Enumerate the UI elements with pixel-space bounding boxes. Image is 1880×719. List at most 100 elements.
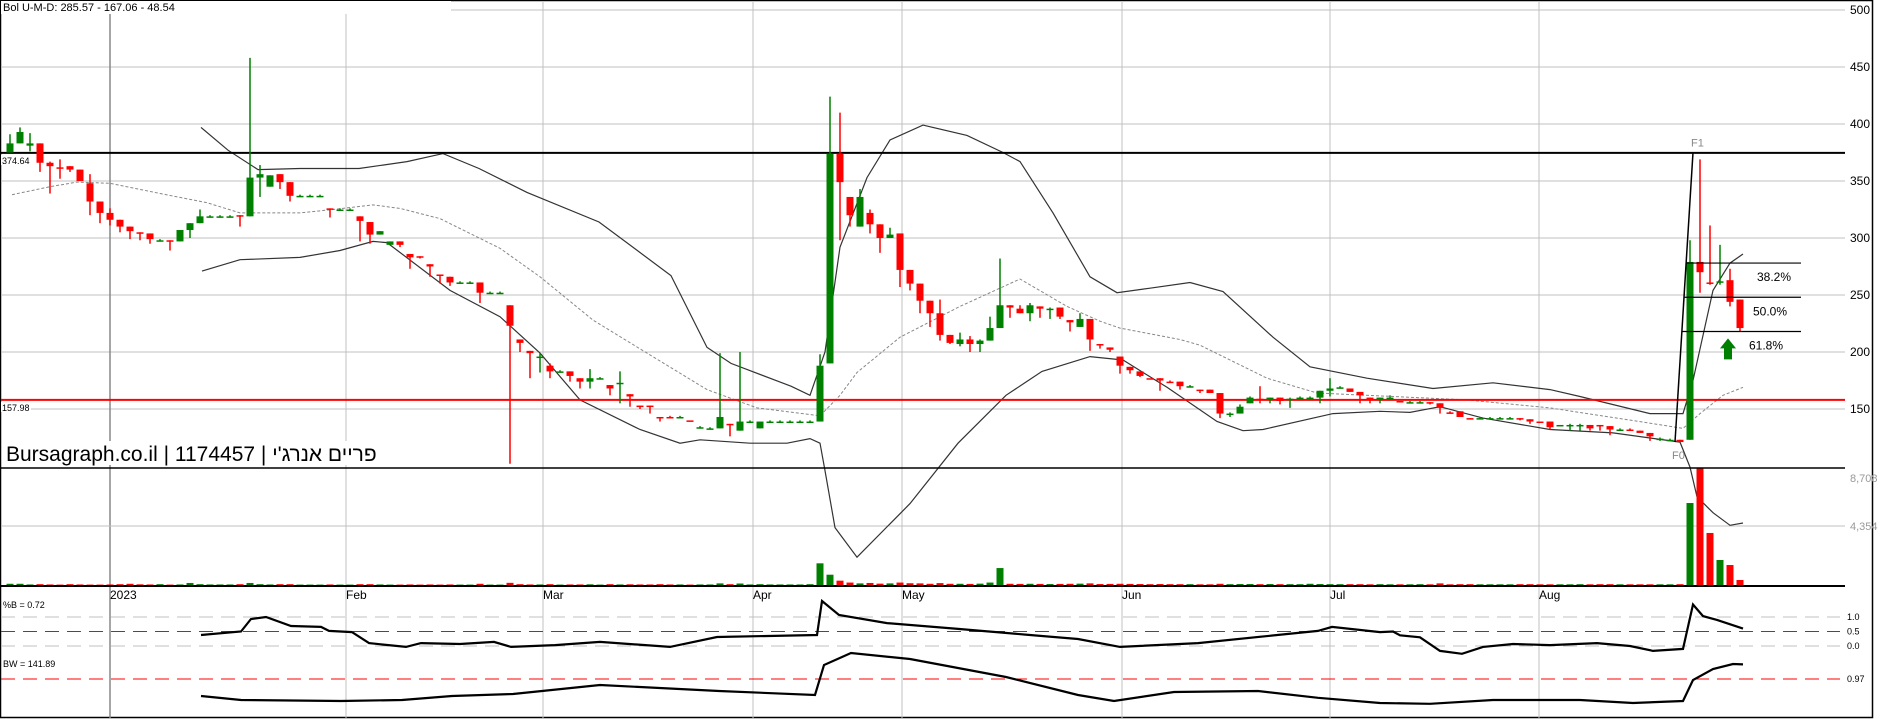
candle-body — [1286, 398, 1294, 401]
candle-body — [766, 421, 774, 424]
candle-body — [1556, 424, 1564, 427]
candle-body — [1446, 412, 1454, 414]
candle-body — [196, 216, 204, 224]
candle-body — [716, 416, 724, 429]
candle-body — [756, 421, 764, 429]
candle-body — [1176, 381, 1184, 387]
volume-bar — [1016, 583, 1024, 585]
volume-bar — [1076, 583, 1084, 585]
candle-body — [1166, 381, 1174, 384]
candle — [1466, 418, 1474, 420]
date-tick-label: Jul — [1330, 588, 1345, 602]
candle-body — [1486, 418, 1494, 420]
fib-f1-label: F1 — [1691, 138, 1704, 150]
candle-body — [1646, 432, 1654, 437]
candle-body — [246, 177, 254, 217]
candle-body — [276, 174, 284, 183]
candle-body — [556, 371, 564, 373]
watermark: Bursagraph.co.il | 1174457 | פריים אנרג'… — [4, 441, 377, 466]
candle-body — [1086, 318, 1094, 340]
price-tick-label: 300 — [1850, 231, 1870, 245]
candle-body — [856, 196, 864, 227]
candle-body — [56, 167, 64, 169]
candle-body — [706, 428, 714, 430]
candle-body — [1016, 308, 1024, 314]
volume-bar — [506, 582, 514, 585]
volume-bar — [1126, 583, 1134, 585]
percent-b-tick-label: 0.5 — [1847, 627, 1860, 637]
volume-bar — [906, 583, 914, 585]
price-tick-label: 200 — [1850, 345, 1870, 359]
volume-bar — [1686, 503, 1694, 585]
candle — [1536, 421, 1544, 424]
candle-body — [326, 208, 334, 210]
price-tick-label: 250 — [1850, 288, 1870, 302]
candle-body — [886, 234, 894, 238]
candle-body — [596, 378, 604, 380]
candle-body — [1126, 366, 1134, 371]
candle-body — [986, 328, 994, 341]
volume-bar — [856, 583, 864, 585]
candle-body — [1246, 397, 1254, 404]
candle-body — [216, 216, 224, 218]
candle-body — [1256, 398, 1264, 401]
price-tick-label: 150 — [1850, 402, 1870, 416]
volume-bar — [1266, 584, 1274, 586]
volume-bar — [1106, 583, 1114, 585]
candle-body — [816, 365, 824, 422]
candle-body — [926, 300, 934, 314]
candle-body — [776, 421, 784, 424]
volume-bar — [946, 583, 954, 585]
level-label: 374.64 — [2, 156, 30, 166]
candle-body — [466, 282, 474, 284]
volume-bar — [1696, 468, 1704, 585]
price-tick-label: 450 — [1850, 60, 1870, 74]
candle-body — [506, 305, 514, 326]
candle-body — [256, 174, 264, 178]
candle-body — [1196, 389, 1204, 392]
candle-body — [1566, 424, 1574, 427]
candle-body — [1116, 356, 1124, 366]
candle-body — [936, 313, 944, 335]
candle-body — [136, 232, 144, 234]
candle-body — [266, 175, 274, 187]
candle-body — [1516, 418, 1524, 420]
candle-body — [1036, 306, 1044, 309]
candle-body — [1096, 344, 1104, 346]
candle-body — [1736, 299, 1744, 329]
candle-body — [1066, 320, 1074, 323]
volume-bar — [1236, 584, 1244, 586]
candle-body — [1436, 403, 1444, 408]
candle-body — [206, 216, 214, 218]
volume-bar — [966, 583, 974, 585]
date-tick-label: Aug — [1539, 588, 1560, 602]
volume-bar — [1006, 583, 1014, 585]
candle-body — [616, 382, 624, 385]
candle-body — [1206, 389, 1214, 394]
candle-body — [1136, 371, 1144, 376]
candle-body — [896, 233, 904, 270]
candle-body — [306, 195, 314, 198]
candle-body — [876, 224, 884, 238]
candle-body — [296, 195, 304, 198]
volume-bar — [1726, 565, 1734, 585]
candle-body — [1316, 390, 1324, 398]
volume-bar — [916, 583, 924, 585]
candle-body — [1576, 424, 1584, 427]
candle-body — [1426, 402, 1434, 404]
volume-bar — [1156, 584, 1164, 586]
candle-body — [1226, 413, 1234, 416]
candle-body — [96, 201, 104, 213]
bandwidth-tick-label: 0.97 — [1847, 674, 1865, 684]
candle-body — [336, 209, 344, 211]
bollinger-readout: Bol U-M-D: 285.57 - 167.06 - 48.54 — [3, 2, 175, 14]
candle-body — [786, 421, 794, 424]
volume-bar — [6, 583, 14, 585]
candle-body — [676, 416, 684, 419]
candle-body — [456, 282, 464, 284]
candle-body — [36, 143, 44, 163]
volume-bar — [886, 583, 894, 585]
candle — [1206, 389, 1214, 394]
candle — [1636, 430, 1644, 433]
candle-body — [636, 405, 644, 408]
